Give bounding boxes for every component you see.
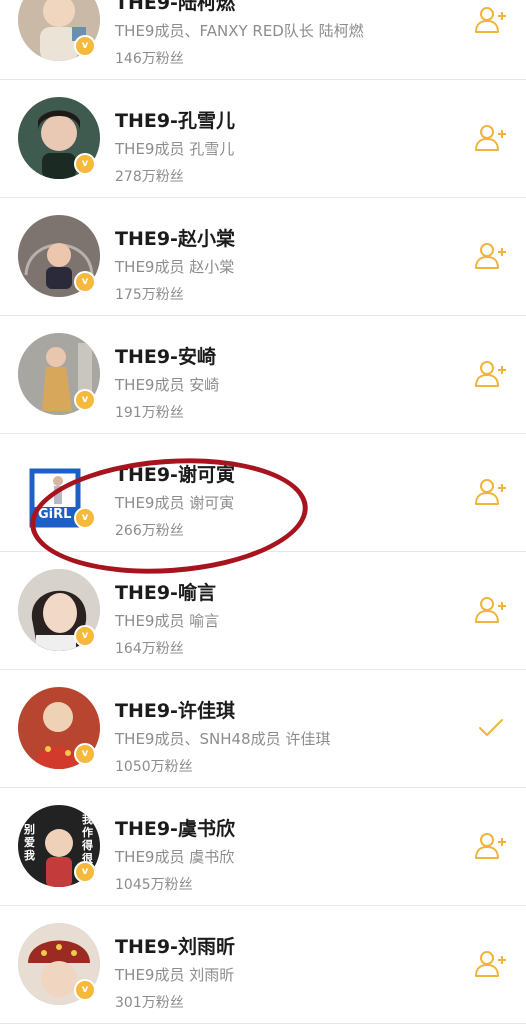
verified-badge-icon: v [74, 979, 96, 1001]
member-fans-count: 1045万粉丝 [115, 877, 193, 893]
member-name[interactable]: THE9-喻言 [115, 578, 216, 605]
member-fans-count: 266万粉丝 [115, 523, 184, 539]
list-item[interactable]: v THE9-孔雪儿 THE9成员 孔雪儿 278万粉丝 [0, 80, 526, 198]
member-description: THE9成员 刘雨昕 [115, 966, 235, 984]
member-description: THE9成员 虞书欣 [115, 848, 235, 866]
member-description: THE9成员 喻言 [115, 612, 220, 630]
list-item[interactable]: v THE9-赵小棠 THE9成员 赵小棠 175万粉丝 [0, 198, 526, 316]
verified-badge-icon: v [74, 625, 96, 647]
follow-button[interactable] [474, 477, 508, 507]
add-user-icon [475, 7, 506, 33]
member-name[interactable]: THE9-许佳琪 [115, 696, 235, 723]
add-user-icon [475, 125, 506, 151]
member-fans-count: 146万粉丝 [115, 51, 184, 67]
member-description: THE9成员 赵小棠 [115, 258, 235, 276]
list-item[interactable]: v THE9-喻言 THE9成员 喻言 164万粉丝 [0, 552, 526, 670]
add-user-icon [475, 951, 506, 977]
member-fans-count: 301万粉丝 [115, 995, 184, 1011]
add-user-icon [475, 243, 506, 269]
add-user-icon [475, 597, 506, 623]
follow-button[interactable] [474, 831, 508, 861]
verified-badge-icon: v [74, 507, 96, 529]
followed-button[interactable] [474, 713, 508, 743]
list-item[interactable]: v THE9-许佳琪 THE9成员、SNH48成员 许佳琪 1050万粉丝 [0, 670, 526, 788]
verified-badge-icon: v [74, 153, 96, 175]
verified-badge-icon: v [74, 861, 96, 883]
follow-button[interactable] [474, 123, 508, 153]
member-fans-count: 1050万粉丝 [115, 759, 193, 775]
add-user-icon [475, 833, 506, 859]
member-description: THE9成员 谢可寅 [115, 494, 235, 512]
member-name[interactable]: THE9-赵小棠 [115, 224, 235, 251]
member-description: THE9成员、FANXY RED队长 陆柯燃 [115, 22, 364, 40]
member-fans-count: 191万粉丝 [115, 405, 184, 421]
member-name[interactable]: THE9-陆柯燃 [115, 0, 235, 15]
user-list: v THE9-陆柯燃 THE9成员、FANXY RED队长 陆柯燃 146万粉丝… [0, 0, 526, 1024]
list-item[interactable]: GiRL v THE9-谢可寅 THE9成员 谢可寅 266万粉丝 [0, 434, 526, 552]
add-user-icon [475, 479, 506, 505]
member-fans-count: 175万粉丝 [115, 287, 184, 303]
follow-button[interactable] [474, 595, 508, 625]
member-fans-count: 164万粉丝 [115, 641, 184, 657]
list-item[interactable]: v THE9-安崎 THE9成员 安崎 191万粉丝 [0, 316, 526, 434]
member-name[interactable]: THE9-刘雨昕 [115, 932, 235, 959]
member-name[interactable]: THE9-孔雪儿 [115, 106, 235, 133]
member-name[interactable]: THE9-安崎 [115, 342, 216, 369]
checkmark-icon [479, 719, 503, 736]
follow-button[interactable] [474, 5, 508, 35]
member-name[interactable]: THE9-谢可寅 [115, 460, 235, 487]
list-item[interactable]: v THE9-陆柯燃 THE9成员、FANXY RED队长 陆柯燃 146万粉丝 [0, 0, 526, 80]
follow-button[interactable] [474, 241, 508, 271]
verified-badge-icon: v [74, 271, 96, 293]
member-description: THE9成员、SNH48成员 许佳琪 [115, 730, 331, 748]
add-user-icon [475, 361, 506, 387]
avatar-caption-right: 我作得很 [82, 813, 93, 865]
list-item[interactable]: v THE9-刘雨昕 THE9成员 刘雨昕 301万粉丝 [0, 906, 526, 1024]
follow-button[interactable] [474, 949, 508, 979]
follow-button[interactable] [474, 359, 508, 389]
member-name[interactable]: THE9-虞书欣 [115, 814, 235, 841]
list-item[interactable]: 别爱我 我作得很 v THE9-虞书欣 THE9成员 虞书欣 1045万粉丝 [0, 788, 526, 906]
verified-badge-icon: v [74, 743, 96, 765]
avatar-caption-left: 别爱我 [24, 823, 35, 862]
member-description: THE9成员 安崎 [115, 376, 220, 394]
verified-badge-icon: v [74, 35, 96, 57]
member-fans-count: 278万粉丝 [115, 169, 184, 185]
verified-badge-icon: v [74, 389, 96, 411]
avatar-logo-text: GiRL [38, 507, 72, 522]
member-description: THE9成员 孔雪儿 [115, 140, 235, 158]
